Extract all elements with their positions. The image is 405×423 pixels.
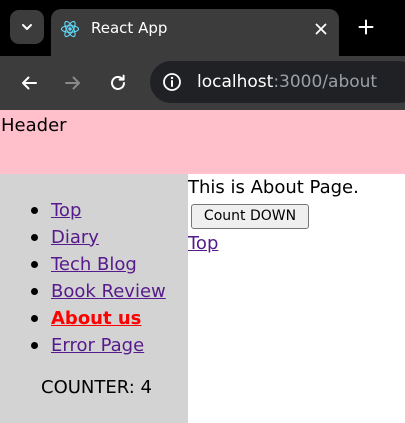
back-button[interactable] [15,69,43,97]
top-link[interactable]: Top [188,232,218,256]
counter-display: COUNTER: 4 [41,377,152,398]
chevron-down-icon [22,24,32,30]
nav-item-diary: Diary [31,224,99,251]
bullet [31,261,38,268]
reload-icon [111,74,125,90]
url-host: localhost [197,72,274,92]
nav-item-about-us: About us [31,305,141,332]
arrow-left-icon [22,76,37,90]
bullet [31,288,38,295]
app-header: Header [0,110,405,174]
browser-toolbar: localhost:3000/about [0,56,405,110]
tab-search-button[interactable] [10,10,44,44]
sidebar: Top Diary Tech Blog Book Review About us… [0,174,188,423]
nav-item-book-review: Book Review [31,278,166,305]
bullet [31,207,38,214]
address-bar[interactable]: localhost:3000/about [150,61,405,103]
forward-button[interactable] [59,69,87,97]
browser-tab-bar: React App [0,0,405,56]
url-text: localhost:3000/about [197,71,377,93]
tab-title: React App [91,19,168,37]
tab-close-button[interactable] [310,18,332,40]
nav-link-about-us[interactable]: About us [51,307,141,331]
info-icon [163,73,181,91]
plus-icon [358,19,374,35]
bullet [31,234,38,241]
reload-button[interactable] [104,69,132,97]
nav-link-top[interactable]: Top [51,199,81,223]
arrow-right-icon [65,76,80,90]
nav-item-top: Top [31,197,81,224]
nav-link-tech-blog[interactable]: Tech Blog [51,253,137,277]
page-content: Header Top Diary Tech Blog Book Review A [0,110,405,423]
nav-link-diary[interactable]: Diary [51,226,99,250]
nav-link-book-review[interactable]: Book Review [51,280,166,304]
url-path: :3000/about [273,72,378,92]
main-content: This is About Page. Count DOWN Top [188,174,405,423]
page-description: This is About Page. [188,177,359,198]
nav-item-error-page: Error Page [31,332,144,359]
header-title: Header [1,115,67,136]
bullet [31,315,38,322]
site-info-button[interactable] [160,70,184,94]
close-icon [315,23,327,35]
browser-tab[interactable]: React App [51,9,339,56]
react-logo-icon [60,20,80,38]
bullet [31,342,38,349]
nav-item-tech-blog: Tech Blog [31,251,137,278]
new-tab-button[interactable] [353,14,379,40]
nav-link-error-page[interactable]: Error Page [51,334,144,358]
count-down-button[interactable]: Count DOWN [191,204,309,229]
